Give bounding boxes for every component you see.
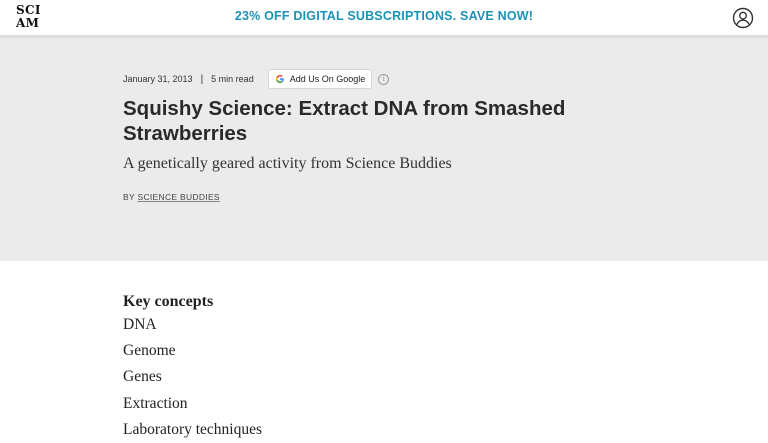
publish-date: January 31, 2013 — [123, 74, 193, 84]
article-meta: January 31, 2013 | 5 min read Add Us On … — [123, 69, 390, 89]
google-icon — [275, 75, 284, 83]
read-time: 5 min read — [211, 74, 254, 84]
article-title: Squishy Science: Extract DNA from Smashe… — [123, 97, 566, 145]
key-concepts-section: Key concepts DNA Genome Genes Extraction… — [123, 292, 262, 443]
article-header: January 31, 2013 | 5 min read Add Us On … — [0, 36, 768, 261]
top-bar: SCI AM 23% OFF DIGITAL SUBSCRIPTIONS. SA… — [0, 0, 768, 36]
info-icon[interactable]: i — [378, 73, 390, 85]
list-item: Extraction — [123, 394, 188, 412]
key-concepts-heading: Key concepts — [123, 293, 214, 310]
list-item: Genes — [123, 368, 162, 386]
author-link[interactable]: SCIENCE BUDDIES — [137, 192, 219, 202]
meta-divider: | — [200, 73, 204, 85]
user-circle-icon[interactable] — [732, 7, 754, 29]
list-item: Genome — [123, 342, 176, 360]
add-us-on-google-label: Add Us On Google — [289, 74, 366, 84]
list-item: DNA — [123, 316, 157, 333]
byline: BY SCIENCE BUDDIES — [123, 192, 220, 202]
byline-prefix: BY — [123, 192, 135, 202]
add-us-on-google-button[interactable]: Add Us On Google — [267, 69, 373, 89]
article-subtitle: A genetically geared activity from Scien… — [123, 155, 452, 172]
subscription-promo-link[interactable]: 23% OFF DIGITAL SUBSCRIPTIONS. SAVE NOW! — [0, 9, 768, 23]
key-concepts-list: DNA Genome Genes Extraction Laboratory t… — [123, 312, 262, 443]
list-item: Laboratory techniques — [123, 420, 263, 438]
